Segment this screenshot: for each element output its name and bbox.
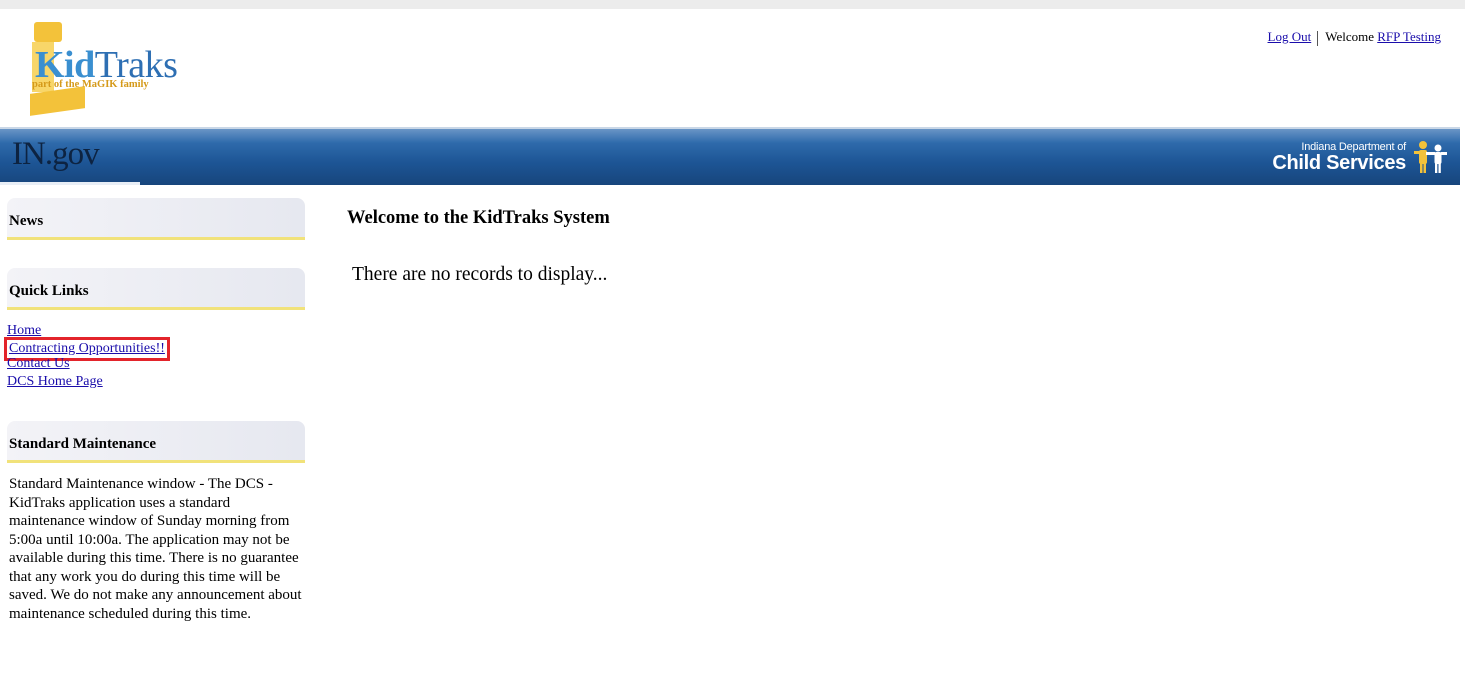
maintenance-text: Standard Maintenance window - The DCS - … bbox=[9, 476, 302, 622]
logo-accent-top bbox=[34, 22, 62, 42]
quick-link-home[interactable]: Home bbox=[7, 322, 305, 338]
maintenance-heading: Standard Maintenance bbox=[7, 421, 305, 463]
welcome-label: Welcome bbox=[1325, 29, 1374, 44]
sidebar: News Quick Links Home Contracting Opport… bbox=[4, 198, 305, 623]
logout-link[interactable]: Log Out bbox=[1268, 29, 1312, 44]
dcs-logo-line2: Child Services bbox=[1272, 151, 1406, 174]
username-link[interactable]: RFP Testing bbox=[1377, 29, 1441, 44]
family-icon bbox=[1414, 139, 1448, 175]
dcs-logo-text: Indiana Department of Child Services bbox=[1272, 140, 1406, 174]
quick-link-dcs-home-page[interactable]: DCS Home Page bbox=[7, 373, 305, 391]
banner-underline bbox=[0, 182, 140, 185]
top-strip bbox=[0, 0, 1465, 9]
logo-tagline: part of the MaGIK family bbox=[32, 79, 149, 90]
empty-records-message: There are no records to display... bbox=[352, 264, 608, 285]
separator bbox=[1317, 30, 1319, 46]
kidtraks-logo[interactable]: KidTraks part of the MaGIK family bbox=[30, 22, 190, 122]
ingov-logo[interactable]: IN.gov bbox=[12, 136, 100, 173]
user-bar: Log Out Welcome RFP Testing bbox=[1268, 29, 1441, 46]
header-banner: IN.gov Indiana Department of Child Servi… bbox=[0, 127, 1460, 185]
quick-links-list: Home Contracting Opportunities!! Contact… bbox=[4, 310, 305, 391]
news-heading: News bbox=[7, 198, 305, 240]
page-title: Welcome to the KidTraks System bbox=[347, 208, 610, 228]
dcs-logo-line1: Indiana Department of bbox=[1301, 140, 1406, 153]
quick-links-heading: Quick Links bbox=[7, 268, 305, 310]
dcs-logo[interactable]: Indiana Department of Child Services bbox=[1272, 137, 1448, 177]
